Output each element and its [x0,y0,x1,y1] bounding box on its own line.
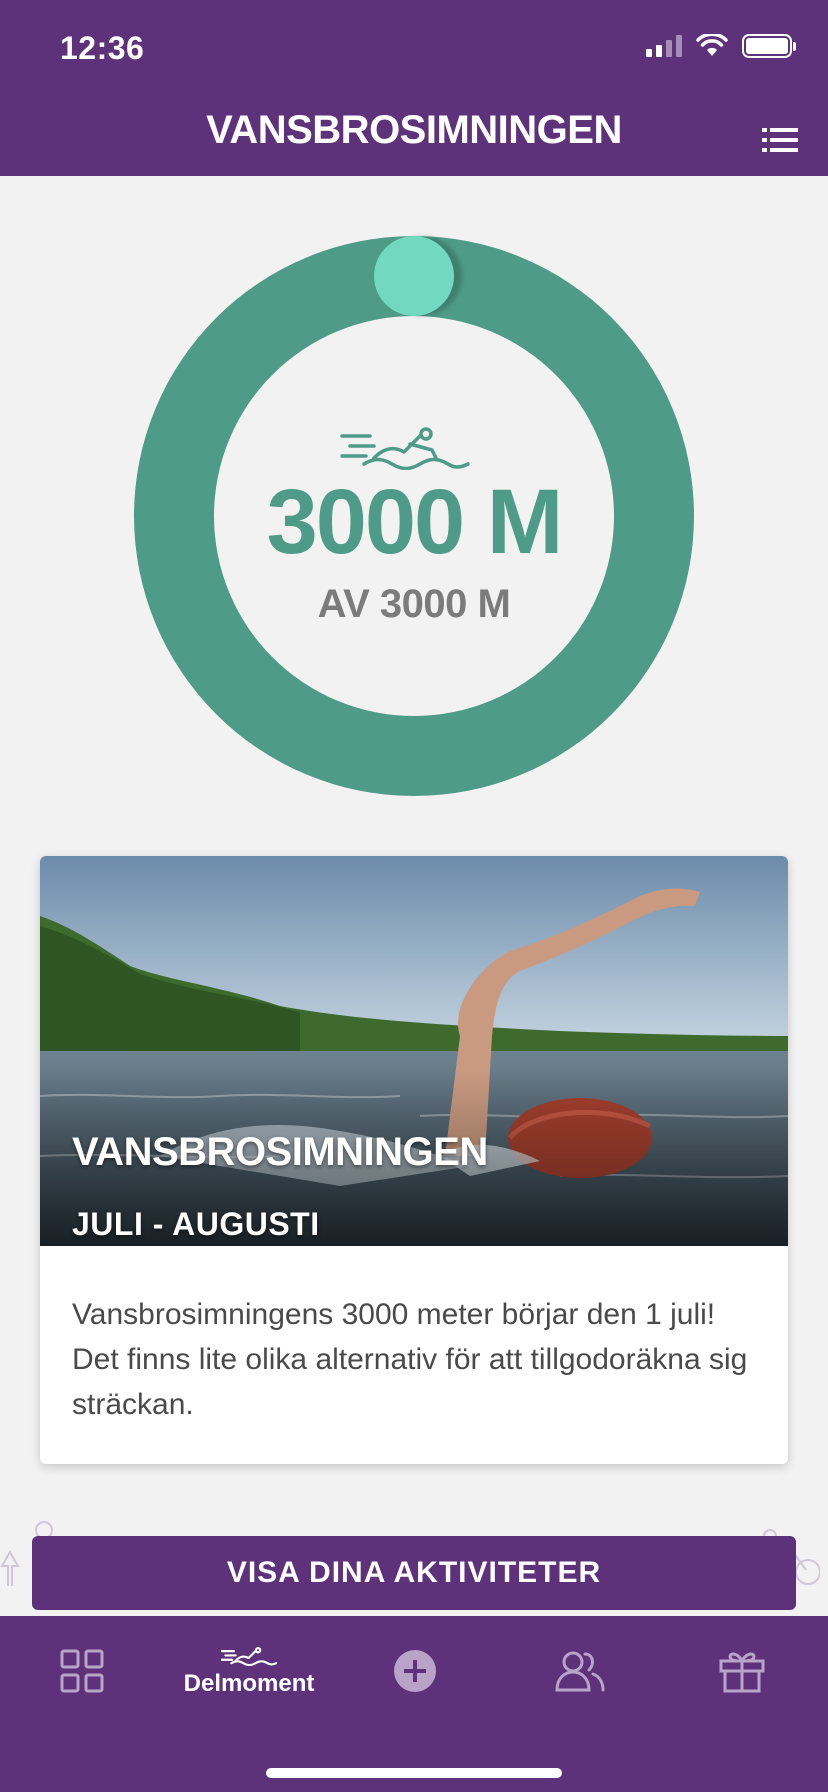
event-title: VANSBROSIMNINGEN [72,1130,488,1174]
tab-add[interactable] [380,1616,450,1726]
home-indicator [266,1768,562,1778]
tab-delmoment-label: Delmoment [183,1670,315,1697]
grid-icon [60,1649,104,1693]
gift-icon [719,1652,765,1693]
event-description: Vansbrosimningens 3000 meter börjar den … [72,1298,748,1421]
status-time: 12:36 [60,30,145,66]
app-header: VANSBROSIMNINGEN [0,88,828,176]
list-icon[interactable] [762,128,798,152]
tab-friends[interactable] [540,1616,620,1726]
tab-bar: Delmoment [0,1616,828,1792]
tab-rewards[interactable] [702,1616,782,1726]
progress-knob [374,236,454,316]
show-activities-button[interactable]: VISA DINA AKTIVITETER [32,1536,796,1610]
swimmer-icon [221,1647,277,1666]
people-icon [555,1651,605,1692]
distance-total: AV 3000 M [317,582,511,626]
event-card[interactable]: VANSBROSIMNINGEN JULI - AUGUSTI Vansbros… [40,856,788,1464]
cellular-signal-icon [646,35,682,57]
page-title: VANSBROSIMNINGEN [206,108,622,152]
event-dates: JULI - AUGUSTI [72,1206,320,1242]
swimmer-photo [40,856,788,1246]
wifi-icon [696,34,728,56]
swimmer-icon [340,427,470,470]
status-icons [646,34,796,58]
tab-delmoment[interactable]: Delmoment [164,1616,334,1726]
status-bar: 12:36 [0,0,828,88]
distance-value: 3000 M [266,471,564,573]
tab-overview[interactable] [40,1616,124,1726]
add-circle-icon [394,1650,436,1692]
battery-icon [742,34,796,58]
